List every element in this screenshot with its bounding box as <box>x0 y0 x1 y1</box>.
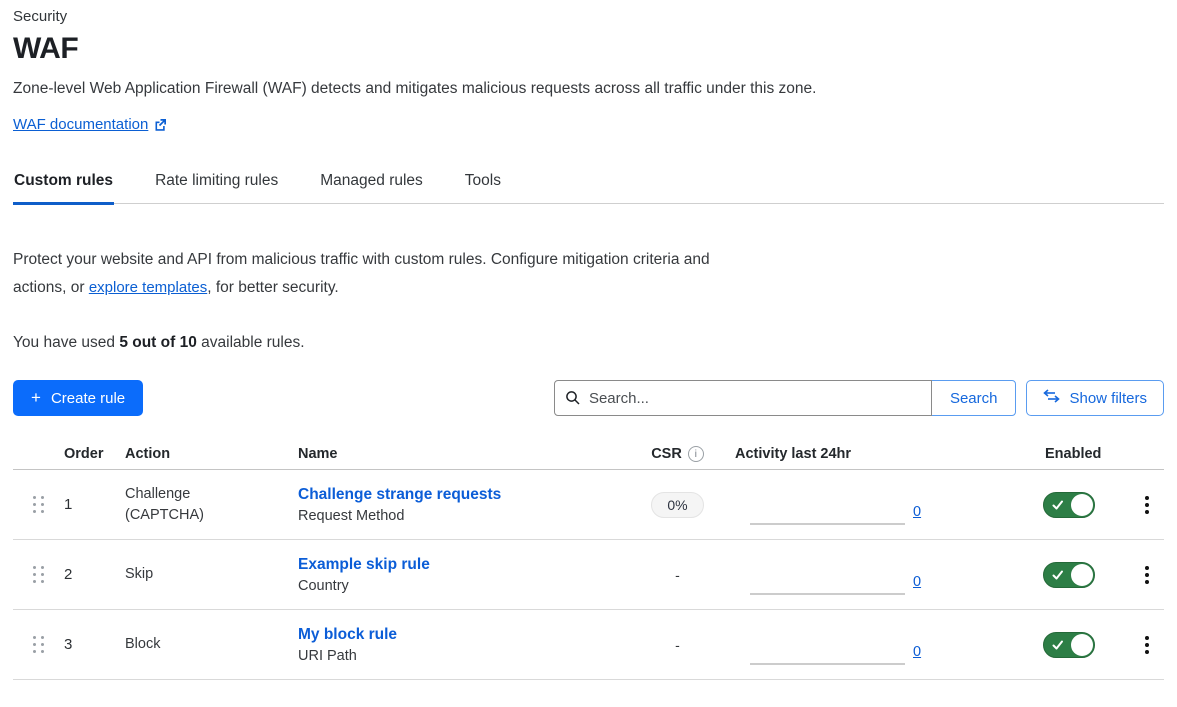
rule-field: Request Method <box>298 508 620 524</box>
search-button[interactable]: Search <box>931 380 1017 416</box>
page-description: Zone-level Web Application Firewall (WAF… <box>13 80 1164 98</box>
rule-order: 2 <box>64 566 125 583</box>
usage-prefix: You have used <box>13 334 119 351</box>
drag-handle-icon[interactable] <box>30 492 47 517</box>
waf-documentation-link[interactable]: WAF documentation <box>13 116 148 133</box>
usage-suffix: available rules. <box>197 334 305 351</box>
search-wrap <box>554 380 932 416</box>
kebab-menu-icon[interactable] <box>1139 632 1155 658</box>
tab-tools[interactable]: Tools <box>464 164 502 203</box>
header-name: Name <box>298 446 620 462</box>
rule-action-line1: Skip <box>125 564 298 585</box>
activity-sparkline <box>750 523 905 525</box>
rule-action-line2: (CAPTCHA) <box>125 505 298 526</box>
drag-handle-icon[interactable] <box>30 562 47 587</box>
create-rule-button[interactable]: + Create rule <box>13 380 143 416</box>
csr-value: - <box>675 567 680 583</box>
table-body: 1 Challenge (CAPTCHA) Challenge strange … <box>13 470 1164 680</box>
table-header: Order Action Name CSR i Activity last 24… <box>13 438 1164 470</box>
rule-action-line1: Challenge <box>125 484 298 505</box>
rule-action: Challenge (CAPTCHA) <box>125 484 298 526</box>
intro-text-after: , for better security. <box>207 279 339 296</box>
show-filters-button[interactable]: Show filters <box>1026 380 1164 416</box>
table-row: 1 Challenge (CAPTCHA) Challenge strange … <box>13 470 1164 540</box>
search-icon <box>565 390 581 411</box>
rule-name-link[interactable]: My block rule <box>298 626 397 644</box>
breadcrumb: Security <box>13 0 1164 25</box>
rule-name-link[interactable]: Example skip rule <box>298 556 430 574</box>
drag-handle-icon[interactable] <box>30 632 47 657</box>
toggle-knob <box>1071 634 1093 656</box>
header-csr-label: CSR <box>651 446 682 462</box>
doc-link-row: WAF documentation <box>13 116 1164 136</box>
header-action: Action <box>125 446 298 462</box>
rule-action: Block <box>125 634 298 655</box>
intro-text: Protect your website and API from malici… <box>13 246 753 302</box>
show-filters-label: Show filters <box>1069 390 1147 407</box>
rule-field: Country <box>298 578 620 594</box>
rule-field: URI Path <box>298 648 620 664</box>
activity-count-link[interactable]: 0 <box>913 504 921 520</box>
toggle-knob <box>1071 564 1093 586</box>
external-link-icon <box>154 118 167 136</box>
activity-sparkline <box>750 663 905 665</box>
kebab-menu-icon[interactable] <box>1139 492 1155 518</box>
enabled-toggle[interactable] <box>1043 562 1095 588</box>
table-row: 3 Block My block rule URI Path - 0 <box>13 610 1164 680</box>
page-title: WAF <box>13 32 1164 66</box>
rules-table: Order Action Name CSR i Activity last 24… <box>13 438 1164 680</box>
header-activity: Activity last 24hr <box>735 446 1035 462</box>
create-rule-label: Create rule <box>51 390 125 407</box>
toggle-knob <box>1071 494 1093 516</box>
csr-value: 0% <box>651 492 703 518</box>
header-csr: CSR i <box>620 446 735 462</box>
enabled-toggle[interactable] <box>1043 492 1095 518</box>
activity-count-link[interactable]: 0 <box>913 644 921 660</box>
info-icon[interactable]: i <box>688 446 704 462</box>
tab-managed-rules[interactable]: Managed rules <box>319 164 424 203</box>
tab-custom-rules[interactable]: Custom rules <box>13 164 114 203</box>
toolbar-right: Search Show filters <box>554 380 1164 416</box>
check-icon <box>1052 640 1064 651</box>
check-icon <box>1052 500 1064 511</box>
rule-order: 3 <box>64 636 125 653</box>
header-enabled: Enabled <box>1035 446 1130 462</box>
rule-order: 1 <box>64 496 125 513</box>
check-icon <box>1052 570 1064 581</box>
usage-count: 5 out of 10 <box>119 334 197 351</box>
search-input[interactable] <box>554 380 932 416</box>
table-row: 2 Skip Example skip rule Country - 0 <box>13 540 1164 610</box>
activity-count-link[interactable]: 0 <box>913 574 921 590</box>
rule-action: Skip <box>125 564 298 585</box>
tab-rate-limiting-rules[interactable]: Rate limiting rules <box>154 164 279 203</box>
rule-action-line1: Block <box>125 634 298 655</box>
swap-arrows-icon <box>1043 389 1060 407</box>
csr-value: - <box>675 637 680 653</box>
explore-templates-link[interactable]: explore templates <box>89 279 207 296</box>
header-order: Order <box>64 446 125 462</box>
kebab-menu-icon[interactable] <box>1139 562 1155 588</box>
enabled-toggle[interactable] <box>1043 632 1095 658</box>
plus-icon: + <box>31 388 41 408</box>
rule-name-link[interactable]: Challenge strange requests <box>298 486 501 504</box>
toolbar: + Create rule Search Show filters <box>13 380 1164 416</box>
activity-sparkline <box>750 593 905 595</box>
tab-bar: Custom rules Rate limiting rules Managed… <box>13 164 1164 204</box>
usage-text: You have used 5 out of 10 available rule… <box>13 334 1164 352</box>
